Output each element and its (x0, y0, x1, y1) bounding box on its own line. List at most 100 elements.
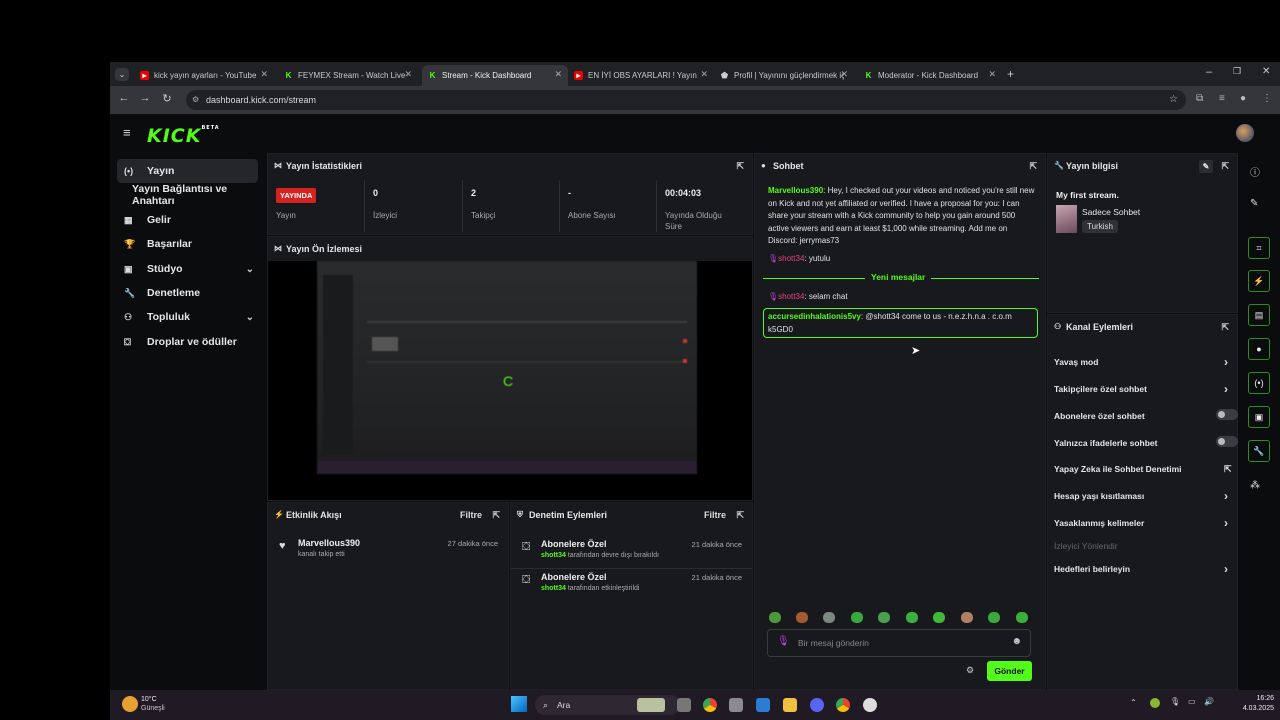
tray-chevron-icon[interactable]: ⌃ (1130, 698, 1137, 707)
popout-icon[interactable]: ⇱ (736, 154, 744, 178)
profile-icon[interactable]: ● (1240, 93, 1246, 104)
emote-icon[interactable] (988, 612, 1000, 623)
reload-icon[interactable]: ↻ (160, 92, 174, 105)
popout-icon[interactable]: ⇱ (1221, 315, 1229, 339)
mouse-cursor: ➤ (911, 345, 921, 357)
obs-icon[interactable] (863, 698, 877, 712)
tab-moderator[interactable]: K Moderator - Kick Dashboard ✕ (858, 65, 1002, 86)
emote-icon[interactable] (961, 612, 973, 623)
tab-profile[interactable]: ⬟ Profil | Yayınını güçlendirmek iç ✕ (714, 65, 854, 86)
emote-icon[interactable] (769, 612, 781, 623)
weather-icon[interactable] (122, 696, 138, 712)
close-icon[interactable]: ✕ (260, 69, 268, 80)
close-icon[interactable]: ✕ (554, 69, 562, 80)
file-explorer-icon[interactable] (783, 698, 797, 712)
pencil-icon[interactable]: ✎ (1250, 198, 1258, 209)
kick-logo[interactable]: KICKBETA (147, 125, 220, 147)
stream-preview-video[interactable]: C (317, 261, 697, 474)
info-icon[interactable]: ⓘ (1250, 164, 1260, 179)
popout-icon[interactable]: ⇱ (492, 503, 500, 527)
sidebar-item-drops[interactable]: ⛋ Droplar ve ödüller (117, 330, 258, 354)
tab-youtube[interactable]: ▸ kick yayın ayarları - YouTube ✕ (134, 65, 274, 86)
rail-id-button[interactable]: ▣ (1248, 406, 1270, 428)
popout-icon[interactable]: ⇱ (736, 503, 744, 527)
new-tab-button[interactable]: + (1007, 67, 1014, 81)
channel-points-icon[interactable]: ⁂ (1250, 480, 1260, 491)
emote-icon[interactable] (796, 612, 808, 623)
tab-search-button[interactable]: ⌄ (115, 68, 129, 81)
network-icon[interactable]: ▭ (1188, 697, 1196, 706)
action-followers-only[interactable]: Takipçilere özel sohbet › (1054, 382, 1234, 396)
sidebar-item-community[interactable]: ⚇ Topluluk ⌄ (117, 305, 258, 329)
filter-button[interactable]: Filtre (704, 503, 726, 527)
tab-obs-settings[interactable]: ▸ EN İYİ OBS AYARLARI ! Yayın ve ✕ (568, 65, 714, 86)
tray-app-icon[interactable] (1150, 698, 1160, 708)
action-set-goals[interactable]: Hedefleri belirleyin › (1054, 562, 1234, 576)
tab-stream-dashboard[interactable]: K Stream - Kick Dashboard ✕ (422, 65, 568, 86)
media-icon[interactable]: ≡ (1219, 93, 1225, 104)
action-banned-words[interactable]: Yasaklanmış kelimeler › (1054, 516, 1234, 530)
popout-icon[interactable]: ⇱ (1029, 154, 1037, 178)
window-close-button[interactable]: ✕ (1262, 66, 1270, 77)
microphone-icon[interactable]: 🎙 (1170, 697, 1180, 706)
action-ai-moderation[interactable]: Yapay Zeka ile Sohbet Denetimi ⇱ (1054, 464, 1234, 474)
close-icon[interactable]: ✕ (840, 69, 848, 80)
sidebar-item-moderation[interactable]: 🔧 Denetleme (117, 281, 258, 305)
emote-icon[interactable] (933, 612, 945, 623)
sidebar-item-stream[interactable]: (•) Yayın (117, 159, 258, 183)
emote-icon[interactable] (823, 612, 835, 623)
avatar[interactable] (1236, 124, 1254, 142)
emote-icon[interactable] (906, 612, 918, 623)
tab-feymex[interactable]: K FEYMEX Stream - Watch Live o ✕ (278, 65, 418, 86)
bookmark-star-icon[interactable]: ☆ (1169, 90, 1178, 110)
emote-icon[interactable] (878, 612, 890, 623)
extensions-icon[interactable]: ⧉ (1196, 93, 1203, 104)
chat-input[interactable]: 🎙 Bir mesaj gönderin ☻ (767, 629, 1031, 657)
action-account-age[interactable]: Hesap yaşı kısıtlaması › (1054, 489, 1234, 503)
store-icon[interactable] (729, 698, 743, 712)
filter-button[interactable]: Filtre (460, 503, 482, 527)
sidebar-item-revenue[interactable]: ▦ Gelir (117, 208, 258, 232)
discord-icon[interactable] (810, 698, 824, 712)
chrome-active-icon[interactable] (836, 698, 850, 712)
task-view-icon[interactable] (677, 698, 691, 712)
sidebar-item-studio[interactable]: ▣ Stüdyo ⌄ (117, 257, 258, 281)
minimize-button[interactable]: – (1206, 66, 1212, 78)
rail-bolt-button[interactable]: ⚡ (1248, 270, 1270, 292)
sidebar-item-achievements[interactable]: 🏆 Başarılar (117, 232, 258, 256)
preview-icon: ⋈ (274, 244, 282, 253)
rail-chat-button[interactable]: ● (1248, 338, 1270, 360)
site-info-icon[interactable]: ⚙ (192, 90, 199, 110)
close-icon[interactable]: ✕ (988, 69, 996, 80)
send-button[interactable]: Gönder (987, 661, 1032, 681)
edit-icon[interactable]: ✎ (1199, 160, 1213, 173)
chrome-icon[interactable] (703, 698, 717, 712)
restore-button[interactable]: ❐ (1233, 66, 1241, 77)
hamburger-menu-icon[interactable]: ≡ (123, 125, 131, 140)
action-subscribers-only[interactable]: Abonelere özel sohbet (1054, 409, 1238, 421)
emoji-icon[interactable]: ☻ (1011, 636, 1022, 647)
volume-icon[interactable]: 🔊 (1204, 697, 1214, 706)
emote-icon[interactable] (1016, 612, 1028, 623)
stream-preview-panel: ⋈ Yayın Ön İzlemesi C (267, 236, 753, 501)
menu-icon[interactable]: ⋮ (1262, 93, 1272, 104)
gear-icon[interactable]: ⚙ (966, 665, 974, 676)
windows-start-icon[interactable] (511, 696, 527, 712)
outlook-icon[interactable] (756, 698, 770, 712)
rail-wrench-button[interactable]: 🔧 (1248, 440, 1270, 462)
action-emotes-only[interactable]: Yalnızca ifadelerle sohbet (1054, 436, 1238, 448)
url-field[interactable]: ⚙ dashboard.kick.com/stream ☆ (186, 90, 1186, 110)
emote-icon[interactable] (851, 612, 863, 623)
rail-document-button[interactable]: ▤ (1248, 304, 1270, 326)
popout-icon[interactable]: ⇱ (1221, 154, 1229, 178)
close-icon[interactable]: ✕ (700, 69, 708, 80)
back-icon[interactable]: ← (117, 92, 131, 104)
forward-icon[interactable]: → (138, 92, 152, 104)
subscribers-only-toggle[interactable] (1216, 409, 1238, 420)
action-slow-mode[interactable]: Yavaş mod › (1054, 355, 1234, 369)
sidebar-item-stream-key[interactable]: Yayın Bağlantısı ve Anahtarı (117, 183, 258, 207)
emotes-only-toggle[interactable] (1216, 436, 1238, 447)
close-icon[interactable]: ✕ (404, 69, 412, 80)
rail-broadcast-button[interactable]: (•) (1248, 372, 1270, 394)
rail-crop-button[interactable]: ⌗ (1248, 237, 1270, 259)
